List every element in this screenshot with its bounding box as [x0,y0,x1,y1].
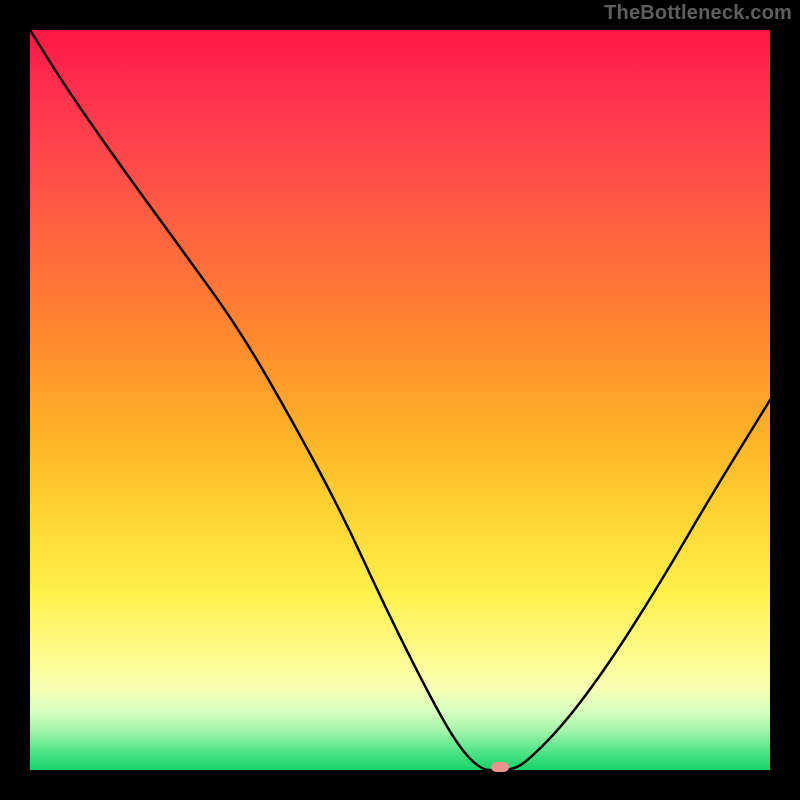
watermark-text: TheBottleneck.com [604,2,792,25]
bottleneck-curve [30,30,770,770]
curve-line [30,30,770,770]
optimal-marker [491,762,509,772]
plot-area [30,30,770,770]
chart-frame: TheBottleneck.com [0,0,800,800]
